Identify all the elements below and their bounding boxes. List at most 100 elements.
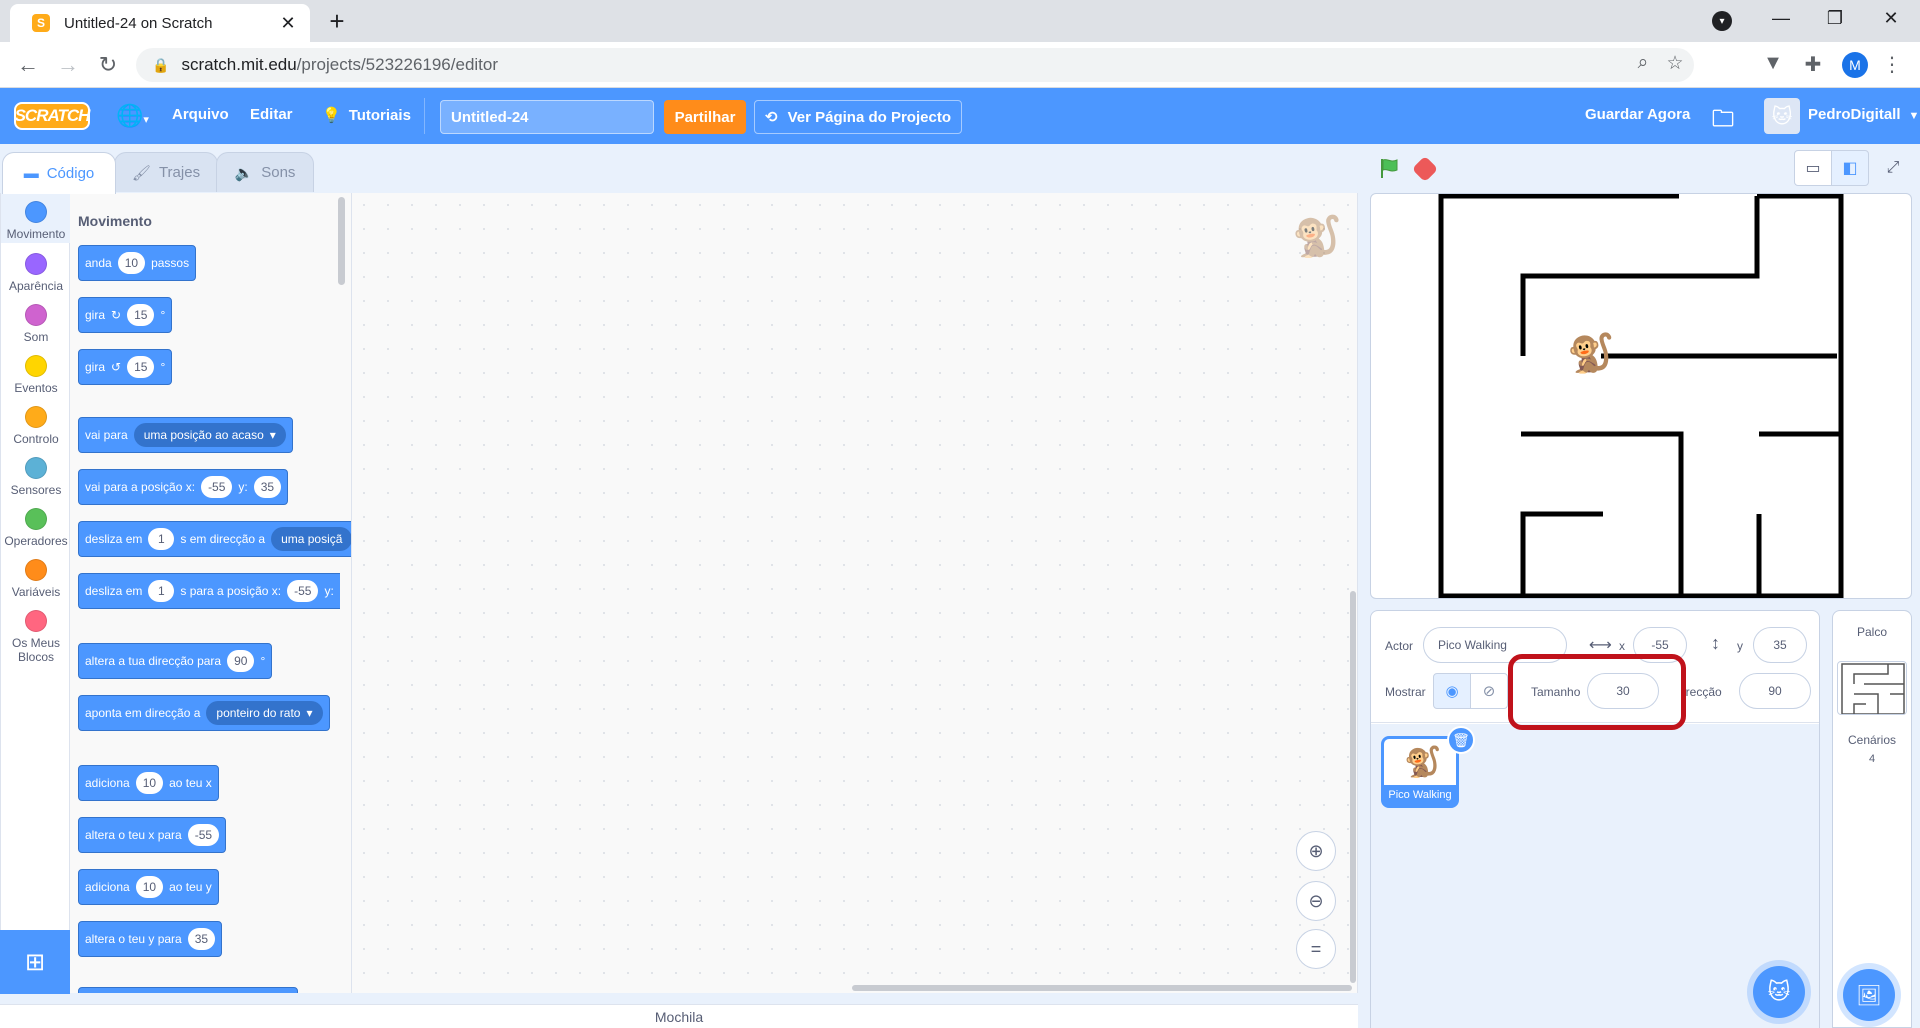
stage-thumbnail[interactable] — [1837, 661, 1907, 715]
block-partial[interactable] — [78, 987, 298, 993]
reload-icon[interactable]: ↻ — [94, 52, 122, 78]
username-menu[interactable]: PedroDigitall ▼ — [1808, 106, 1919, 123]
show-sprite-button[interactable]: ◉ — [1433, 673, 1471, 709]
block-glide-to[interactable]: desliza em 1 s em direcção a uma posiçã — [78, 521, 351, 557]
block-input[interactable]: 15 — [127, 304, 155, 326]
block-go-to[interactable]: vai para uma posição ao acaso ▾ — [78, 417, 293, 453]
zoom-out-button[interactable]: ⊖ — [1296, 881, 1336, 921]
hide-sprite-button[interactable]: ⊘ — [1470, 673, 1508, 709]
add-sprite-button[interactable]: 🐱 — [1753, 966, 1805, 1018]
block-dropdown[interactable]: uma posição ao acaso ▾ — [133, 423, 286, 447]
edit-menu[interactable]: Editar — [250, 106, 293, 123]
project-title-input[interactable]: Untitled-24 — [440, 100, 654, 134]
category-control[interactable]: Controlo — [1, 406, 71, 446]
block-input[interactable]: 1 — [148, 528, 175, 550]
block-set-y[interactable]: altera o teu y para 35 — [78, 921, 223, 957]
block-input[interactable]: -55 — [187, 824, 220, 846]
category-looks[interactable]: Aparência — [1, 253, 71, 293]
share-button[interactable]: Partilhar — [664, 100, 746, 134]
y-position-input[interactable]: 35 — [1753, 627, 1807, 663]
bookmark-star-icon[interactable]: ☆ — [1662, 52, 1688, 75]
back-icon[interactable]: ← — [14, 52, 42, 78]
small-stage-button[interactable]: ▭ — [1794, 150, 1832, 186]
block-turn-right[interactable]: gira ↻ 15 ° — [78, 297, 173, 333]
category-label: Aparência — [8, 279, 64, 293]
category-variables[interactable]: Variáveis — [1, 559, 71, 599]
profile-avatar[interactable]: M — [1842, 52, 1868, 78]
normal-stage-button[interactable]: ◧ — [1831, 150, 1869, 186]
block-dropdown[interactable]: ponteiro do rato ▾ — [206, 701, 323, 725]
stage-canvas[interactable]: 🐒 — [1370, 193, 1912, 599]
block-go-to-xy[interactable]: vai para a posição x: -55 y: 35 — [78, 469, 289, 505]
tab-code[interactable]: ▬ Código — [2, 152, 116, 194]
new-tab-icon[interactable]: + — [325, 6, 349, 37]
forward-icon[interactable]: → — [54, 52, 82, 78]
category-my-blocks[interactable]: Os Meus Blocos — [1, 610, 71, 664]
category-operators[interactable]: Operadores — [1, 508, 71, 548]
tutorials-menu[interactable]: 💡 Tutoriais — [322, 106, 411, 124]
code-workspace[interactable]: 🐒 ⊕ ⊖ = — [352, 193, 1358, 993]
block-input[interactable]: 10 — [135, 772, 164, 794]
block-input[interactable]: 10 — [135, 876, 164, 898]
language-globe-icon[interactable]: 🌐▾ — [116, 103, 149, 129]
block-input[interactable]: 1 — [148, 580, 175, 602]
direction-input[interactable]: 90 — [1739, 673, 1811, 709]
horizontal-scrollbar[interactable] — [852, 985, 1352, 991]
category-motion[interactable]: Movimento — [1, 193, 71, 243]
my-stuff-folder-icon[interactable]: 🗀 — [1712, 102, 1734, 140]
browser-tab[interactable]: S Untitled-24 on Scratch ✕ — [10, 4, 310, 42]
block-input[interactable]: 10 — [117, 252, 146, 274]
fullscreen-button[interactable]: ⤢ — [1874, 150, 1912, 186]
sprite-tile-selected[interactable]: 🐒 Pico Walking — [1381, 736, 1459, 808]
vertical-arrows-icon: ↕ — [1711, 633, 1720, 653]
block-turn-left[interactable]: gira ↺ 15 ° — [78, 349, 173, 385]
block-set-x[interactable]: altera o teu x para -55 — [78, 817, 227, 853]
palette-scrollbar[interactable] — [338, 197, 345, 285]
see-project-page-button[interactable]: ⟲ Ver Página do Projecto — [754, 100, 962, 134]
block-point-towards[interactable]: aponta em direcção a ponteiro do rato ▾ — [78, 695, 330, 731]
save-now-button[interactable]: Guardar Agora — [1585, 106, 1690, 123]
maximize-icon[interactable]: ❐ — [1820, 8, 1850, 29]
pico-sprite-thumb-icon: 🐒 — [1404, 746, 1442, 779]
block-input[interactable]: 35 — [187, 928, 216, 950]
category-events[interactable]: Eventos — [1, 355, 71, 395]
block-input[interactable]: -55 — [201, 476, 233, 498]
green-flag-icon[interactable] — [1378, 157, 1400, 179]
browser-menu-icon[interactable]: ⋮ — [1882, 52, 1902, 77]
scratch-logo[interactable]: SCRATCH — [14, 102, 90, 130]
block-input[interactable]: 90 — [227, 650, 255, 672]
puzzle-icon[interactable]: ✚ — [1800, 52, 1826, 77]
block-point-in-direction[interactable]: altera a tua direcção para 90 ° — [78, 643, 273, 679]
delete-sprite-button[interactable]: 🗑 — [1447, 726, 1475, 754]
block-move-steps[interactable]: anda 10 passos — [78, 245, 197, 281]
block-change-x[interactable]: adiciona 10 ao teu x — [78, 765, 219, 801]
user-avatar[interactable]: 🐱 — [1764, 98, 1800, 134]
extension-icon[interactable]: ▼ — [1760, 52, 1786, 75]
block-change-y[interactable]: adiciona 10 ao teu y — [78, 869, 219, 905]
tab-costumes[interactable]: 🖌 Trajes — [114, 152, 218, 192]
add-backdrop-button[interactable]: 🖼 — [1843, 969, 1895, 1021]
block-glide-to-xy[interactable]: desliza em 1 s para a posição x: -55 y: — [78, 573, 340, 609]
block-input[interactable]: 35 — [253, 476, 282, 498]
pico-sprite-icon[interactable]: 🐒 — [1567, 332, 1614, 376]
backpack-bar[interactable]: Mochila — [0, 1004, 1358, 1028]
close-window-icon[interactable]: ✕ — [1876, 8, 1906, 29]
category-sound[interactable]: Som — [1, 304, 71, 344]
zoom-icon[interactable]: ⌕ — [1630, 52, 1656, 74]
stop-icon[interactable] — [1411, 155, 1439, 183]
block-dropdown[interactable]: uma posiçã — [271, 527, 351, 551]
vertical-scrollbar[interactable] — [1350, 591, 1356, 983]
url-field[interactable]: 🔒 scratch.mit.edu/projects/523226196/edi… — [136, 48, 1694, 82]
category-sensing[interactable]: Sensores — [1, 457, 71, 497]
tab-search-icon[interactable]: ▾ — [1712, 11, 1732, 31]
zoom-in-button[interactable]: ⊕ — [1296, 831, 1336, 871]
stage-selector[interactable]: Palco Cenários 4 🖼 — [1832, 610, 1912, 1028]
zoom-reset-button[interactable]: = — [1296, 929, 1336, 969]
close-tab-icon[interactable]: ✕ — [278, 13, 298, 34]
add-extension-button[interactable]: ⊞ — [0, 930, 70, 994]
minimize-icon[interactable]: — — [1766, 8, 1796, 29]
block-input[interactable]: -55 — [287, 580, 319, 602]
block-input[interactable]: 15 — [127, 356, 155, 378]
tab-sounds[interactable]: 🔈 Sons — [216, 152, 314, 192]
file-menu[interactable]: Arquivo — [172, 106, 229, 123]
